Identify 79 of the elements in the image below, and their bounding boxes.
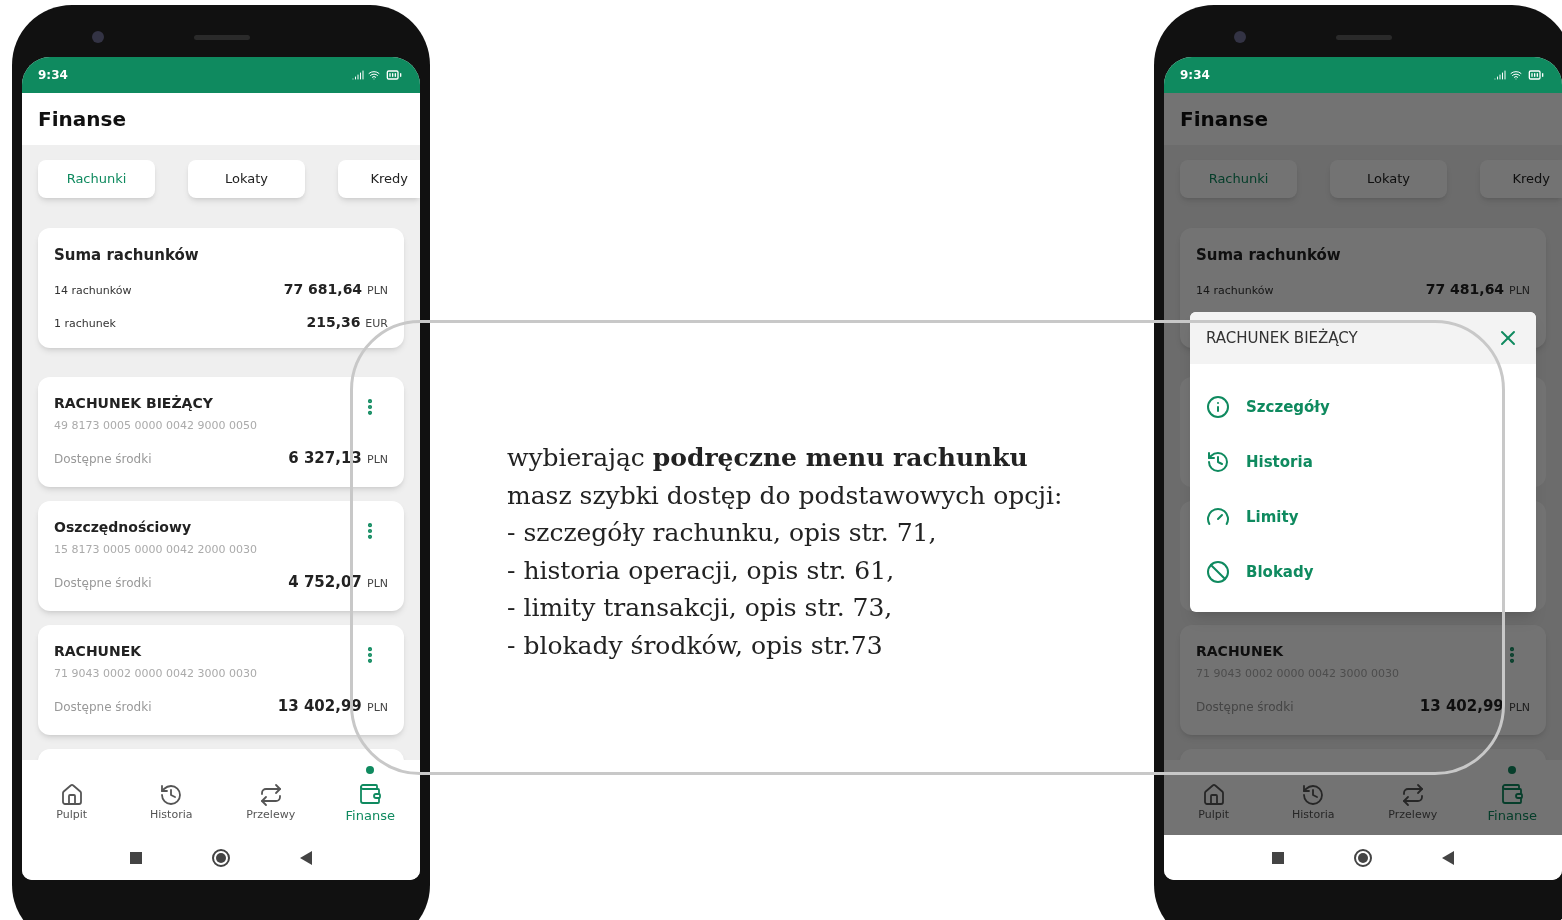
camera-icon <box>1234 31 1246 43</box>
speaker-grille <box>1336 35 1392 40</box>
menu-item[interactable]: Limity <box>1206 505 1520 529</box>
prohibited-icon <box>1206 560 1230 584</box>
account-count: 14 rachunków <box>54 282 132 299</box>
summary-title: Suma rachunków <box>54 245 200 266</box>
instruction-text: - limity transakcji, opis str. 73, <box>507 592 894 624</box>
back-triangle-icon[interactable] <box>300 850 312 865</box>
menu-item[interactable]: Historia <box>1206 450 1520 474</box>
nav-tab[interactable]: Przelewy <box>230 767 311 824</box>
summary-title: Suma rachunków <box>1196 245 1342 266</box>
recent-apps-icon[interactable] <box>130 851 142 864</box>
nav-tab[interactable]: Finanse <box>330 765 411 826</box>
menu-title: RACHUNEK BIEŻĄCY <box>1206 327 1358 349</box>
account-card[interactable]: RACHUNEK BIEŻĄCY 49 8173 0005 0000 0042 9000 0050 Dostępne środki 6 327,13 PLN <box>38 377 404 487</box>
arrows-exchange-icon <box>258 783 283 808</box>
history-icon <box>1301 783 1326 808</box>
balance-label: Dostępne środki <box>54 574 152 592</box>
balance-label: Dostępne środki <box>54 698 152 716</box>
account-name: RACHUNEK BIEŻĄCY <box>54 394 214 413</box>
instruction-text: masz szybki dostęp do podstawowych opcji: <box>507 479 1064 512</box>
instruction-text: - historia operacji, opis str. 61, <box>507 554 896 587</box>
account-card[interactable]: RACHUNEK 71 9043 0002 0000 0042 3000 0030 Dostępne środki 13 402,99 PLN <box>38 625 404 735</box>
instruction-text: wybierając podręczne menu rachunku <box>507 442 1029 474</box>
total-amount: 77 481,64 PLN <box>1425 279 1530 299</box>
account-count: 1 rachunek <box>54 315 116 332</box>
balance-label: Dostępne środki <box>54 450 152 468</box>
signal-icon <box>352 69 364 81</box>
recent-apps-icon[interactable] <box>1272 851 1284 864</box>
wifi-icon <box>368 69 380 81</box>
total-amount: 77 681,64 PLN <box>283 279 388 299</box>
tab[interactable]: Lokaty <box>1330 160 1447 198</box>
balance-amount: 4 752,07 PLN <box>288 571 388 593</box>
balance-amount: 13 402,99 PLN <box>1419 695 1530 717</box>
instruction-text: - blokady środków, opis str.73 <box>507 629 884 662</box>
account-name: RACHUNEK <box>1196 642 1285 661</box>
tab[interactable]: Kredy <box>1480 160 1562 198</box>
account-name: RACHUNEK <box>54 642 143 661</box>
tab[interactable]: Rachunki <box>1180 160 1297 198</box>
battery-icon <box>384 67 404 83</box>
wallet-icon <box>1500 781 1525 806</box>
back-triangle-icon[interactable] <box>1442 850 1454 865</box>
account-count: 14 rachunków <box>1196 282 1274 299</box>
history-icon <box>1206 450 1230 474</box>
page-title: Finanse <box>38 106 126 133</box>
history-icon <box>159 783 184 808</box>
wifi-icon <box>1510 69 1522 81</box>
nav-tab[interactable]: Przelewy <box>1372 767 1453 824</box>
tab[interactable]: Rachunki <box>38 160 155 198</box>
speaker-grille <box>194 35 250 40</box>
clock-time: 9:34 <box>38 67 68 84</box>
battery-icon <box>1526 67 1546 83</box>
instruction-text: - szczegóły rachunku, opis str. 71, <box>507 517 938 549</box>
balance-amount: 13 402,99 PLN <box>277 695 388 717</box>
arrows-exchange-icon <box>1400 783 1425 808</box>
house-icon <box>59 783 84 808</box>
tab[interactable]: Kredy <box>338 160 420 198</box>
account-number: 15 8173 0005 0000 0042 2000 0030 <box>54 542 257 558</box>
tab[interactable]: Lokaty <box>188 160 305 198</box>
balance-amount: 6 327,13 PLN <box>288 447 388 469</box>
account-number: 71 9043 0002 0000 0042 3000 0030 <box>54 666 257 682</box>
nav-tab[interactable]: Pulpit <box>31 767 112 824</box>
menu-item[interactable]: Szczegóły <box>1206 395 1520 419</box>
total-amount: 215,36 EUR <box>306 312 388 332</box>
clock-time: 9:34 <box>1180 67 1210 84</box>
house-icon <box>1201 783 1226 808</box>
page-title: Finanse <box>1180 106 1268 133</box>
account-name: Oszczędnościowy <box>54 518 193 537</box>
nav-tab[interactable]: Historia <box>131 767 212 824</box>
camera-icon <box>92 31 104 43</box>
account-card[interactable]: Oszczędnościowy 15 8173 0005 0000 0042 2000 0030 Dostępne środki 4 752,07 PLN <box>38 501 404 611</box>
info-icon <box>1206 395 1230 419</box>
account-number: 49 8173 0005 0000 0042 9000 0050 <box>54 418 257 434</box>
menu-item[interactable]: Blokady <box>1206 560 1520 584</box>
nav-tab[interactable]: Finanse <box>1472 765 1553 826</box>
wallet-icon <box>358 781 383 806</box>
nav-tab[interactable]: Pulpit <box>1173 767 1254 824</box>
nav-tab[interactable]: Historia <box>1273 767 1354 824</box>
signal-icon <box>1494 69 1506 81</box>
